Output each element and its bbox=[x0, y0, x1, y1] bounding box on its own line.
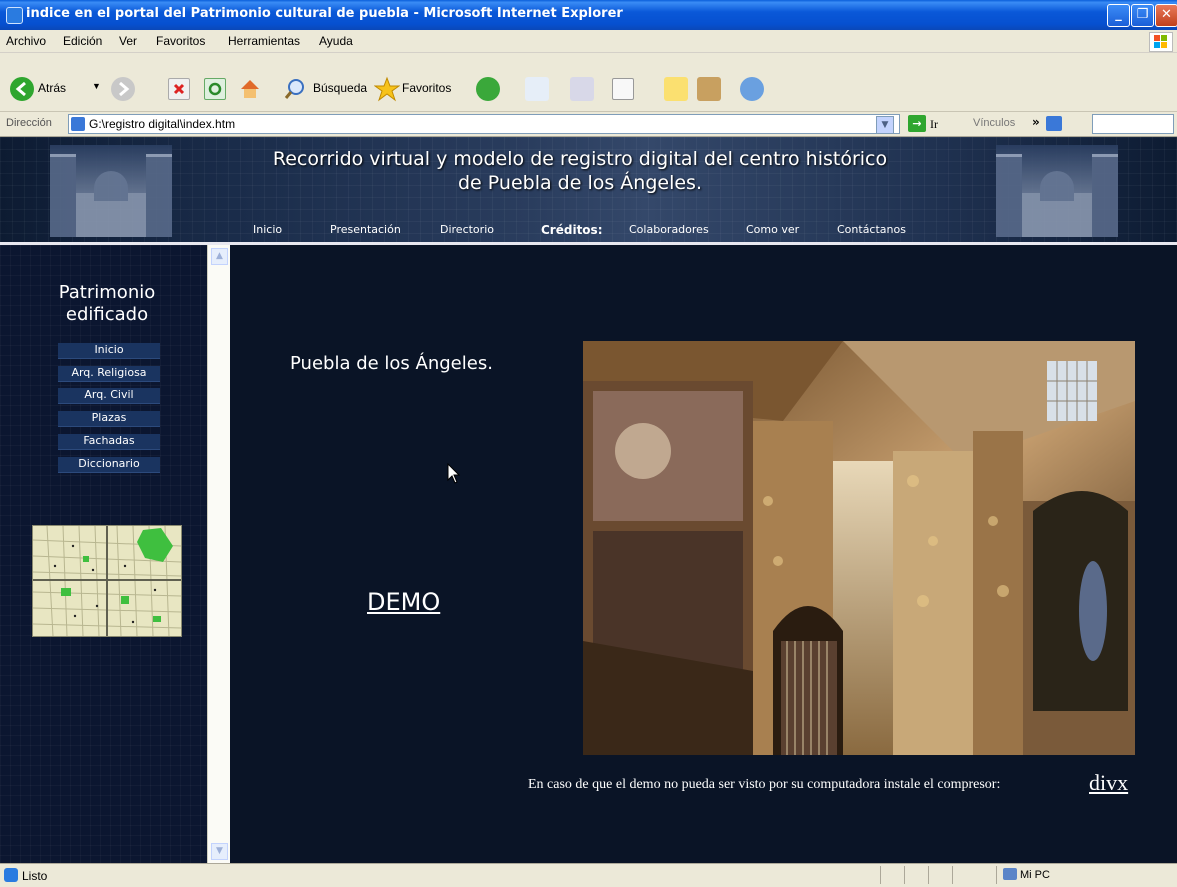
forward-arrow-icon[interactable] bbox=[111, 77, 135, 101]
search-button[interactable]: Búsqueda bbox=[313, 81, 367, 95]
go-button[interactable]: Ir bbox=[930, 117, 938, 132]
print-icon[interactable] bbox=[570, 77, 594, 101]
site-title: Recorrido virtual y modelo de registro d… bbox=[230, 147, 930, 195]
back-dropdown-icon[interactable]: ▼ bbox=[92, 81, 101, 91]
close-button[interactable]: ✕ bbox=[1155, 4, 1177, 27]
links-input[interactable] bbox=[1092, 114, 1174, 134]
address-bar: Dirección G:\registro digital\index.htm … bbox=[0, 112, 1177, 137]
mail-icon[interactable] bbox=[525, 77, 549, 101]
status-text: Listo bbox=[22, 869, 48, 883]
window-title: indice en el portal del Patrimonio cultu… bbox=[26, 6, 623, 21]
go-arrow-icon[interactable]: → bbox=[908, 115, 926, 132]
menu-bar: Archivo Edición Ver Favoritos Herramient… bbox=[0, 30, 1177, 53]
scroll-down-icon[interactable]: ▼ bbox=[211, 843, 228, 860]
top-navigation: Inicio Presentación Directorio Créditos:… bbox=[0, 223, 1177, 241]
research-icon[interactable] bbox=[697, 77, 721, 101]
address-input[interactable]: G:\registro digital\index.htm bbox=[68, 114, 900, 134]
demo-link[interactable]: DEMO bbox=[367, 588, 440, 616]
divx-link[interactable]: divx bbox=[1089, 770, 1128, 796]
toolbar: Atrás ▼ Búsqueda Favoritos bbox=[0, 53, 1177, 112]
windows-logo-icon bbox=[1149, 32, 1173, 52]
menu-ver[interactable]: Ver bbox=[119, 34, 137, 48]
sidebar-item-arq-religiosa[interactable]: Arq. Religiosa bbox=[58, 366, 160, 382]
site-title-line2: de Puebla de los Ángeles. bbox=[458, 172, 702, 194]
security-zone: Mi PC bbox=[1020, 869, 1050, 881]
page-status-icon bbox=[4, 868, 18, 882]
menu-favoritos[interactable]: Favoritos bbox=[156, 34, 205, 48]
links-label[interactable]: Vínculos bbox=[973, 117, 1015, 129]
history-icon[interactable] bbox=[476, 77, 500, 101]
maximize-button[interactable]: ❐ bbox=[1131, 4, 1154, 27]
sidebar-item-arq-civil[interactable]: Arq. Civil bbox=[58, 388, 160, 404]
site-title-line1: Recorrido virtual y modelo de registro d… bbox=[272, 148, 888, 170]
stop-icon[interactable] bbox=[168, 78, 190, 100]
web-page: Recorrido virtual y modelo de registro d… bbox=[0, 137, 1177, 863]
nav-directorio[interactable]: Directorio bbox=[440, 223, 494, 236]
menu-herramientas[interactable]: Herramientas bbox=[228, 34, 300, 48]
status-bar: Listo Mi PC bbox=[0, 863, 1177, 887]
sidebar-item-plazas[interactable]: Plazas bbox=[58, 411, 160, 427]
sidebar-item-diccionario[interactable]: Diccionario bbox=[58, 457, 160, 473]
scroll-up-icon[interactable]: ▲ bbox=[211, 248, 228, 265]
search-icon[interactable] bbox=[283, 77, 307, 101]
edit-word-icon[interactable] bbox=[612, 78, 634, 100]
left-sidebar: Patrimonio edificado Inicio Arq. Religio… bbox=[0, 245, 207, 863]
nav-como-ver[interactable]: Como ver bbox=[746, 223, 799, 236]
messenger-icon[interactable] bbox=[740, 77, 764, 101]
sidebar-scrollbar[interactable]: ▲ ▼ bbox=[207, 245, 230, 863]
address-label: Dirección bbox=[6, 117, 52, 129]
address-value: G:\registro digital\index.htm bbox=[89, 117, 236, 131]
city-map-image[interactable] bbox=[32, 525, 182, 637]
minimize-button[interactable]: _ bbox=[1107, 4, 1130, 27]
sidebar-heading-line2: edificado bbox=[65, 304, 149, 325]
computer-icon bbox=[1003, 868, 1017, 880]
sidebar-heading: Patrimonio edificado bbox=[10, 282, 204, 326]
sidebar-item-inicio[interactable]: Inicio bbox=[58, 343, 160, 359]
menu-archivo[interactable]: Archivo bbox=[6, 34, 46, 48]
nav-contactanos[interactable]: Contáctanos bbox=[837, 223, 906, 236]
mouse-cursor-icon bbox=[447, 462, 461, 485]
favorites-star-icon[interactable] bbox=[373, 76, 401, 102]
menu-ayuda[interactable]: Ayuda bbox=[319, 34, 353, 48]
nav-colaboradores[interactable]: Colaboradores bbox=[629, 223, 709, 236]
nav-inicio[interactable]: Inicio bbox=[253, 223, 282, 236]
ie-icon bbox=[6, 7, 23, 24]
menu-edicion[interactable]: Edición bbox=[63, 34, 102, 48]
sidebar-item-fachadas[interactable]: Fachadas bbox=[58, 434, 160, 450]
back-arrow-icon[interactable] bbox=[10, 77, 34, 101]
links-ie-icon[interactable] bbox=[1046, 116, 1062, 131]
nav-creditos[interactable]: Créditos: bbox=[541, 223, 603, 237]
address-dropdown-icon[interactable]: ▼ bbox=[876, 116, 894, 134]
notes-icon[interactable] bbox=[664, 77, 688, 101]
sidebar-heading-line1: Patrimonio bbox=[58, 282, 156, 303]
back-button[interactable]: Atrás bbox=[38, 81, 66, 95]
church-interior-photo bbox=[583, 341, 1135, 755]
site-header: Recorrido virtual y modelo de registro d… bbox=[0, 137, 1177, 242]
refresh-icon[interactable] bbox=[204, 78, 226, 100]
main-heading: Puebla de los Ángeles. bbox=[290, 353, 493, 374]
window-titlebar: indice en el portal del Patrimonio cultu… bbox=[0, 0, 1177, 30]
favorites-button[interactable]: Favoritos bbox=[402, 81, 451, 95]
home-icon[interactable] bbox=[238, 77, 262, 101]
links-chevron-icon[interactable]: » bbox=[1032, 115, 1040, 129]
page-icon bbox=[71, 117, 85, 131]
install-note: En caso de que el demo no pueda ser vist… bbox=[528, 777, 1001, 792]
nav-presentacion[interactable]: Presentación bbox=[330, 223, 401, 236]
